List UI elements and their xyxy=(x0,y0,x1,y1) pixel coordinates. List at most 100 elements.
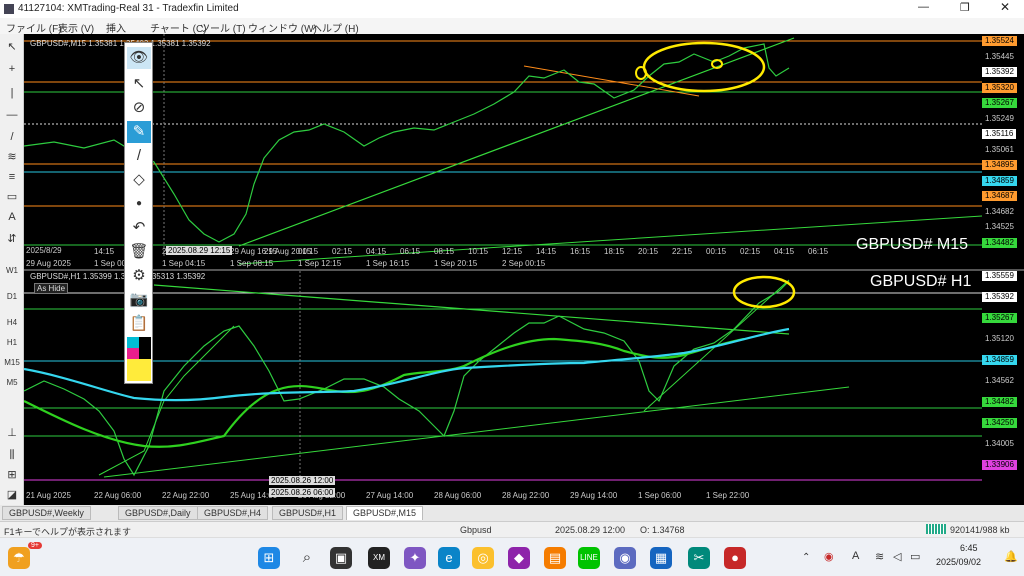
m15-time-label: 00:15 xyxy=(298,247,319,256)
horizontal-line-icon[interactable]: — xyxy=(4,108,20,122)
h1-time-label: 28 Aug 22:00 xyxy=(502,491,550,500)
tab-m15[interactable]: GBPUSD#,M15 xyxy=(346,506,424,520)
speaker-icon[interactable]: ◁ xyxy=(893,550,901,563)
fibonacci-icon[interactable]: ≡ xyxy=(4,170,20,184)
cursor-icon[interactable]: ↖ xyxy=(4,40,20,54)
menu-window[interactable]: ウィンドウ (W) xyxy=(248,20,317,35)
m15-price-label: 1.34482 xyxy=(982,237,1017,248)
h1-price-label: 1.34482 xyxy=(982,397,1017,407)
magnet-off-icon[interactable]: ⊘ xyxy=(127,97,151,119)
battery-icon[interactable]: ▭ xyxy=(910,550,920,563)
tray-app-icon[interactable]: ◉ xyxy=(824,550,834,563)
status-datetime: 2025.08.29 12:00 xyxy=(555,525,626,535)
pencil-icon[interactable]: / xyxy=(127,145,151,167)
line-app-icon[interactable]: LINE xyxy=(578,547,600,569)
weather-icon[interactable]: ☂ xyxy=(8,547,30,569)
minimize-icon[interactable]: — xyxy=(918,1,929,13)
vertical-line-icon[interactable]: | xyxy=(4,86,20,100)
menu-tools[interactable]: ツール (T) xyxy=(200,20,246,35)
chart-settings-icon[interactable]: ◪ xyxy=(4,488,20,502)
as-hide-button[interactable]: As Hide xyxy=(34,283,69,294)
messenger-icon[interactable]: ◉ xyxy=(614,547,636,569)
m15-date-label: 2025/8/29 xyxy=(26,246,62,255)
tab-daily[interactable]: GBPUSD#,Daily xyxy=(118,506,198,520)
snipping-tool-icon[interactable]: ✂ xyxy=(688,547,710,569)
m15-extra-time-label: 29 Aug 2025 xyxy=(26,259,71,268)
chrome-icon[interactable]: ◎ xyxy=(472,547,494,569)
edge-icon[interactable]: e xyxy=(438,547,460,569)
tab-h1[interactable]: GBPUSD#,H1 xyxy=(272,506,344,520)
m15-price-label: 1.34859 xyxy=(982,175,1017,186)
tf-m15[interactable]: M15 xyxy=(4,356,20,370)
undo-icon[interactable]: ↶ xyxy=(127,217,151,239)
h1-time-label: 28 Aug 06:00 xyxy=(434,491,482,500)
stamp-icon[interactable]: ⚙ xyxy=(127,265,151,287)
tab-h4[interactable]: GBPUSD#,H4 xyxy=(197,506,269,520)
h1-symbol-ohlc: GBPUSD#,H1 1.35399 1.35399 1.35313 1.353… xyxy=(30,272,206,281)
ime-icon[interactable]: A xyxy=(852,550,859,562)
channel-icon[interactable]: ≋ xyxy=(4,150,20,164)
select-cursor-icon[interactable]: ↖ xyxy=(127,73,151,95)
wifi-icon[interactable]: ≋ xyxy=(875,550,884,563)
crosshair-icon[interactable]: + xyxy=(4,62,20,76)
highlighter-icon[interactable]: ◇ xyxy=(127,169,151,191)
menu-insert[interactable]: 挿入 xyxy=(106,20,126,35)
photos-icon[interactable]: ▦ xyxy=(650,547,672,569)
arrows-icon[interactable]: ⇵ xyxy=(4,232,20,246)
menu-help[interactable]: ヘルプ (H) xyxy=(312,20,359,35)
chart-m15[interactable]: GBPUSD#,M15 1.35381 1.35402 1.35381 1.35… xyxy=(24,34,1024,269)
chart-h1[interactable]: GBPUSD#,H1 1.35399 1.35399 1.35313 1.353… xyxy=(24,271,1024,505)
tf-h4[interactable]: H4 xyxy=(4,316,20,330)
tab-weekly[interactable]: GBPUSD#,Weekly xyxy=(2,506,91,520)
status-bar: F1キーでヘルプが表示されます Gbpusd 2025.08.29 12:00 … xyxy=(0,521,1024,537)
m15-time-label: 08:15 xyxy=(434,247,455,256)
color-palette[interactable] xyxy=(127,337,151,381)
tf-m5[interactable]: M5 xyxy=(4,376,20,390)
menu-file[interactable]: ファイル (F) xyxy=(6,20,62,35)
red-app-icon[interactable]: ● xyxy=(724,547,746,569)
grid-icon[interactable]: ⊞ xyxy=(4,468,20,482)
eye-icon[interactable]: 👁 xyxy=(127,47,151,69)
h1-price-label: 1.34005 xyxy=(985,439,1014,448)
task-view-icon[interactable]: ▣ xyxy=(330,547,352,569)
restore-icon[interactable]: ❐ xyxy=(960,1,970,14)
h1-price-label: 1.35267 xyxy=(982,313,1017,323)
screenshot-icon[interactable]: 📷 xyxy=(127,289,151,311)
folder-icon[interactable]: ▤ xyxy=(544,547,566,569)
clock-time[interactable]: 6:45 xyxy=(960,543,978,553)
dot-icon[interactable]: ● xyxy=(127,193,151,215)
left-toolbar: ↖ + | — / ≋ ≡ ▭ A ⇵ W1 D1 H4 H1 M15 M5 ⊥… xyxy=(0,34,24,506)
tf-d1[interactable]: D1 xyxy=(4,290,20,304)
tile-icon[interactable]: ⊥ xyxy=(4,426,20,440)
text-icon[interactable]: A xyxy=(4,210,20,224)
clipboard-icon[interactable]: 📋 xyxy=(127,313,151,335)
search-icon[interactable]: ⌕ xyxy=(296,547,318,569)
m15-time-label: 02:15 xyxy=(740,247,761,256)
notification-bell-icon[interactable]: 🔔 xyxy=(1004,550,1018,563)
m15-price-label: 1.35524 xyxy=(982,36,1017,46)
trash-icon[interactable]: 🗑 xyxy=(127,241,151,263)
tf-w1[interactable]: W1 xyxy=(4,264,20,278)
menu-chart[interactable]: チャート (C) xyxy=(150,20,207,35)
trendline-icon[interactable]: / xyxy=(4,130,20,144)
connection-bars-icon xyxy=(926,524,946,534)
close-icon[interactable]: ✕ xyxy=(1000,0,1010,14)
m15-time-label: 20:15 xyxy=(638,247,659,256)
m15-time-label: 04:15 xyxy=(366,247,387,256)
eraser-icon[interactable]: ✎ xyxy=(127,121,151,143)
copilot-icon[interactable]: ✦ xyxy=(404,547,426,569)
xm-app-icon[interactable]: XM xyxy=(368,547,390,569)
m15-extra-time-label: 1 Sep 16:15 xyxy=(366,259,410,268)
tf-h1[interactable]: H1 xyxy=(4,336,20,350)
m15-price-label: 1.35061 xyxy=(985,144,1014,154)
menu-view[interactable]: 表示 (V) xyxy=(58,20,94,35)
start-icon[interactable]: ⊞ xyxy=(258,547,280,569)
m15-time-label: 12:15 xyxy=(502,247,523,256)
clock-date[interactable]: 2025/09/02 xyxy=(936,557,981,567)
gem-app-icon[interactable]: ◆ xyxy=(508,547,530,569)
m15-time-label: 02:15 xyxy=(332,247,353,256)
m15-big-label: GBPUSD# M15 xyxy=(856,236,969,253)
bars-icon[interactable]: ⫼ xyxy=(4,448,20,462)
shapes-icon[interactable]: ▭ xyxy=(4,190,20,204)
chevron-up-icon[interactable]: ⌃ xyxy=(802,552,810,563)
